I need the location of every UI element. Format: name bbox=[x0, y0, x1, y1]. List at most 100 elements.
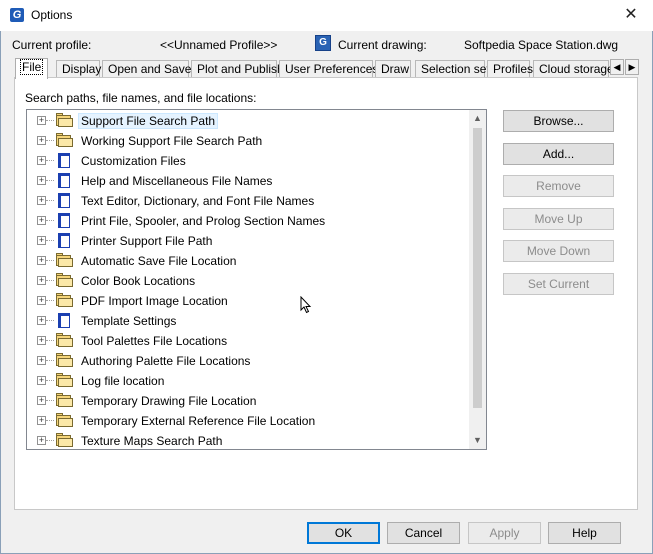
expand-icon[interactable]: + bbox=[37, 396, 46, 405]
expand-icon[interactable]: + bbox=[37, 376, 46, 385]
file-locations-tree[interactable]: ▲ ▼ + Support File Search Path + Working Su… bbox=[26, 109, 487, 450]
tree-connector bbox=[46, 300, 54, 301]
move-up-button[interactable]: Move Up bbox=[503, 208, 614, 230]
tree-item[interactable]: + Color Book Locations bbox=[27, 271, 467, 291]
folder-icon bbox=[55, 373, 73, 388]
folder-icon bbox=[55, 273, 73, 288]
tree-item-label: Temporary Drawing File Location bbox=[81, 394, 257, 408]
expand-icon[interactable]: + bbox=[37, 336, 46, 345]
tab-selection-set[interactable]: Selection set bbox=[415, 60, 490, 78]
tree-item-label: Temporary External Reference File Locati… bbox=[81, 414, 316, 428]
scroll-up-icon[interactable]: ▲ bbox=[469, 110, 486, 127]
tree-scrollbar[interactable]: ▲ ▼ bbox=[469, 110, 486, 449]
tree-item[interactable]: + Temporary External Reference File Locat… bbox=[27, 411, 467, 431]
tab-cloud-storage[interactable]: Cloud storage bbox=[533, 60, 614, 78]
scroll-thumb[interactable] bbox=[473, 128, 482, 408]
page-icon bbox=[58, 313, 70, 328]
folder-icon bbox=[55, 333, 73, 348]
tab-draw[interactable]: Draw bbox=[375, 60, 411, 78]
tree-item-label: Color Book Locations bbox=[81, 274, 196, 288]
tree-item-label: Texture Maps Search Path bbox=[81, 434, 223, 448]
tree-connector bbox=[46, 260, 54, 261]
tree-item[interactable]: + Template Settings bbox=[27, 311, 467, 331]
tree-item[interactable]: + Print File, Spooler, and Prolog Section… bbox=[27, 211, 467, 231]
tree-item-label: Working Support File Search Path bbox=[81, 134, 263, 148]
tree-connector bbox=[46, 220, 54, 221]
tab-open-and-save[interactable]: Open and Save bbox=[102, 60, 191, 78]
expand-icon[interactable]: + bbox=[37, 296, 46, 305]
tree-item-label: Help and Miscellaneous File Names bbox=[81, 174, 273, 188]
mouse-cursor-icon bbox=[300, 296, 312, 314]
tree-item[interactable]: + Automatic Save File Location bbox=[27, 251, 467, 271]
browse-button[interactable]: Browse... bbox=[503, 110, 614, 132]
help-button[interactable]: Help bbox=[548, 522, 621, 544]
tab-user-preferences[interactable]: User Preferences bbox=[279, 60, 378, 78]
tree-item-label: Tool Palettes File Locations bbox=[81, 334, 228, 348]
tree-connector bbox=[46, 400, 54, 401]
tab-file[interactable]: File bbox=[15, 58, 48, 79]
drawing-icon: G bbox=[315, 35, 331, 51]
folder-icon bbox=[55, 353, 73, 368]
expand-icon[interactable]: + bbox=[37, 276, 46, 285]
tree-item[interactable]: + Text Editor, Dictionary, and Font File … bbox=[27, 191, 467, 211]
tree-connector bbox=[46, 360, 54, 361]
tree-connector bbox=[46, 380, 54, 381]
tree-connector bbox=[46, 320, 54, 321]
expand-icon[interactable]: + bbox=[37, 216, 46, 225]
page-icon bbox=[58, 153, 70, 168]
expand-icon[interactable]: + bbox=[37, 316, 46, 325]
tab-plot-and-publish[interactable]: Plot and Publish bbox=[191, 60, 284, 78]
tree-connector bbox=[46, 200, 54, 201]
tab-profiles[interactable]: Profiles bbox=[487, 60, 533, 78]
window-title: Options bbox=[31, 8, 73, 22]
tree-connector bbox=[46, 340, 54, 341]
move-down-button[interactable]: Move Down bbox=[503, 240, 614, 262]
tree-item-label: Template Settings bbox=[81, 314, 177, 328]
tree-item[interactable]: + Texture Maps Search Path bbox=[27, 431, 467, 449]
close-button[interactable]: ✕ bbox=[609, 0, 653, 31]
tree-item[interactable]: + Printer Support File Path bbox=[27, 231, 467, 251]
tree-item[interactable]: + Help and Miscellaneous File Names bbox=[27, 171, 467, 191]
folder-icon bbox=[55, 133, 73, 148]
current-profile-value: <<Unnamed Profile>> bbox=[160, 38, 278, 52]
expand-icon[interactable]: + bbox=[37, 196, 46, 205]
expand-icon[interactable]: + bbox=[37, 416, 46, 425]
expand-icon[interactable]: + bbox=[37, 136, 46, 145]
tree-item[interactable]: + Temporary Drawing File Location bbox=[27, 391, 467, 411]
tree-item[interactable]: + Support File Search Path bbox=[27, 111, 467, 131]
cancel-button[interactable]: Cancel bbox=[387, 522, 460, 544]
tree-item[interactable]: + Tool Palettes File Locations bbox=[27, 331, 467, 351]
expand-icon[interactable]: + bbox=[37, 356, 46, 365]
page-icon bbox=[58, 173, 70, 188]
tree-item-label: Print File, Spooler, and Prolog Section … bbox=[81, 214, 326, 228]
tree-item[interactable]: + Customization Files bbox=[27, 151, 467, 171]
apply-button[interactable]: Apply bbox=[468, 522, 541, 544]
tree-item-label: PDF Import Image Location bbox=[81, 294, 228, 308]
current-drawing-value: Softpedia Space Station.dwg bbox=[464, 38, 619, 52]
tree-item[interactable]: + Log file location bbox=[27, 371, 467, 391]
set-current-button[interactable]: Set Current bbox=[503, 273, 614, 295]
tab-scroll-right-icon[interactable]: ▶ bbox=[625, 59, 639, 75]
tree-item[interactable]: + Authoring Palette File Locations bbox=[27, 351, 467, 371]
expand-icon[interactable]: + bbox=[37, 156, 46, 165]
expand-icon[interactable]: + bbox=[37, 256, 46, 265]
tab-display[interactable]: Display bbox=[56, 60, 101, 78]
remove-button[interactable]: Remove bbox=[503, 175, 614, 197]
scroll-down-icon[interactable]: ▼ bbox=[469, 432, 486, 449]
tab-scroll-left-icon[interactable]: ◀ bbox=[610, 59, 624, 75]
add-button[interactable]: Add... bbox=[503, 143, 614, 165]
expand-icon[interactable]: + bbox=[37, 116, 46, 125]
tree-item[interactable]: + PDF Import Image Location bbox=[27, 291, 467, 311]
expand-icon[interactable]: + bbox=[37, 236, 46, 245]
folder-icon bbox=[55, 113, 73, 128]
folder-icon bbox=[55, 433, 73, 448]
ok-button[interactable]: OK bbox=[307, 522, 380, 544]
tree-connector bbox=[46, 120, 54, 121]
expand-icon[interactable]: + bbox=[37, 436, 46, 445]
tree-item[interactable]: + Working Support File Search Path bbox=[27, 131, 467, 151]
expand-icon[interactable]: + bbox=[37, 176, 46, 185]
current-drawing-label: Current drawing: bbox=[338, 38, 427, 52]
tree-item-label: Text Editor, Dictionary, and Font File N… bbox=[81, 194, 315, 208]
tree-item-label: Automatic Save File Location bbox=[81, 254, 237, 268]
folder-icon bbox=[55, 413, 73, 428]
